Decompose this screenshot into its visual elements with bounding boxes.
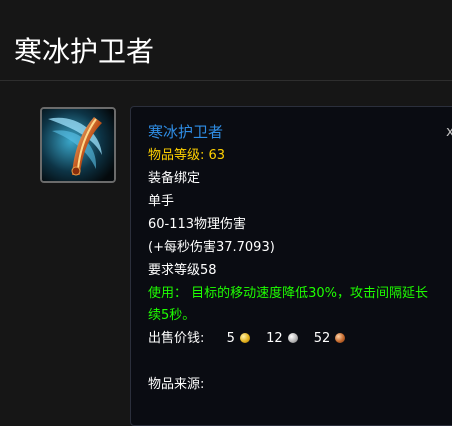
damage-text: 60-113物理伤害: [148, 217, 247, 232]
ice-blade-icon: [42, 109, 114, 181]
sell-silver-value: 12: [266, 331, 283, 346]
binding-text: 装备绑定: [148, 171, 201, 186]
title-divider: [0, 80, 452, 81]
item-level: 物品等级: 63: [148, 148, 226, 163]
copper-coin-icon: [335, 333, 346, 343]
dps-text: (+每秒伤害37.7093): [148, 240, 275, 255]
item-source-label: 物品来源:: [148, 377, 205, 392]
silver-coin-icon: [287, 333, 298, 343]
sell-price-label: 出售价钱:: [148, 331, 205, 346]
gold-coin-icon: [239, 333, 250, 343]
sell-price-row: 出售价钱: 5 12 52: [148, 328, 346, 350]
use-effect-line-2: 续5秒。: [148, 308, 196, 323]
slot-text: 单手: [148, 194, 175, 209]
item-name[interactable]: 寒冰护卫者: [148, 121, 223, 143]
sell-copper-value: 52: [313, 331, 331, 346]
required-level-text: 要求等级58: [148, 263, 217, 278]
close-icon[interactable]: x: [446, 124, 452, 140]
use-effect-line-1: 使用： 目标的移动速度降低30%，攻击间隔延长: [148, 286, 429, 301]
page-title: 寒冰护卫者: [14, 35, 155, 68]
sell-gold-value: 5: [226, 331, 235, 346]
item-weapon-icon[interactable]: [40, 107, 116, 183]
